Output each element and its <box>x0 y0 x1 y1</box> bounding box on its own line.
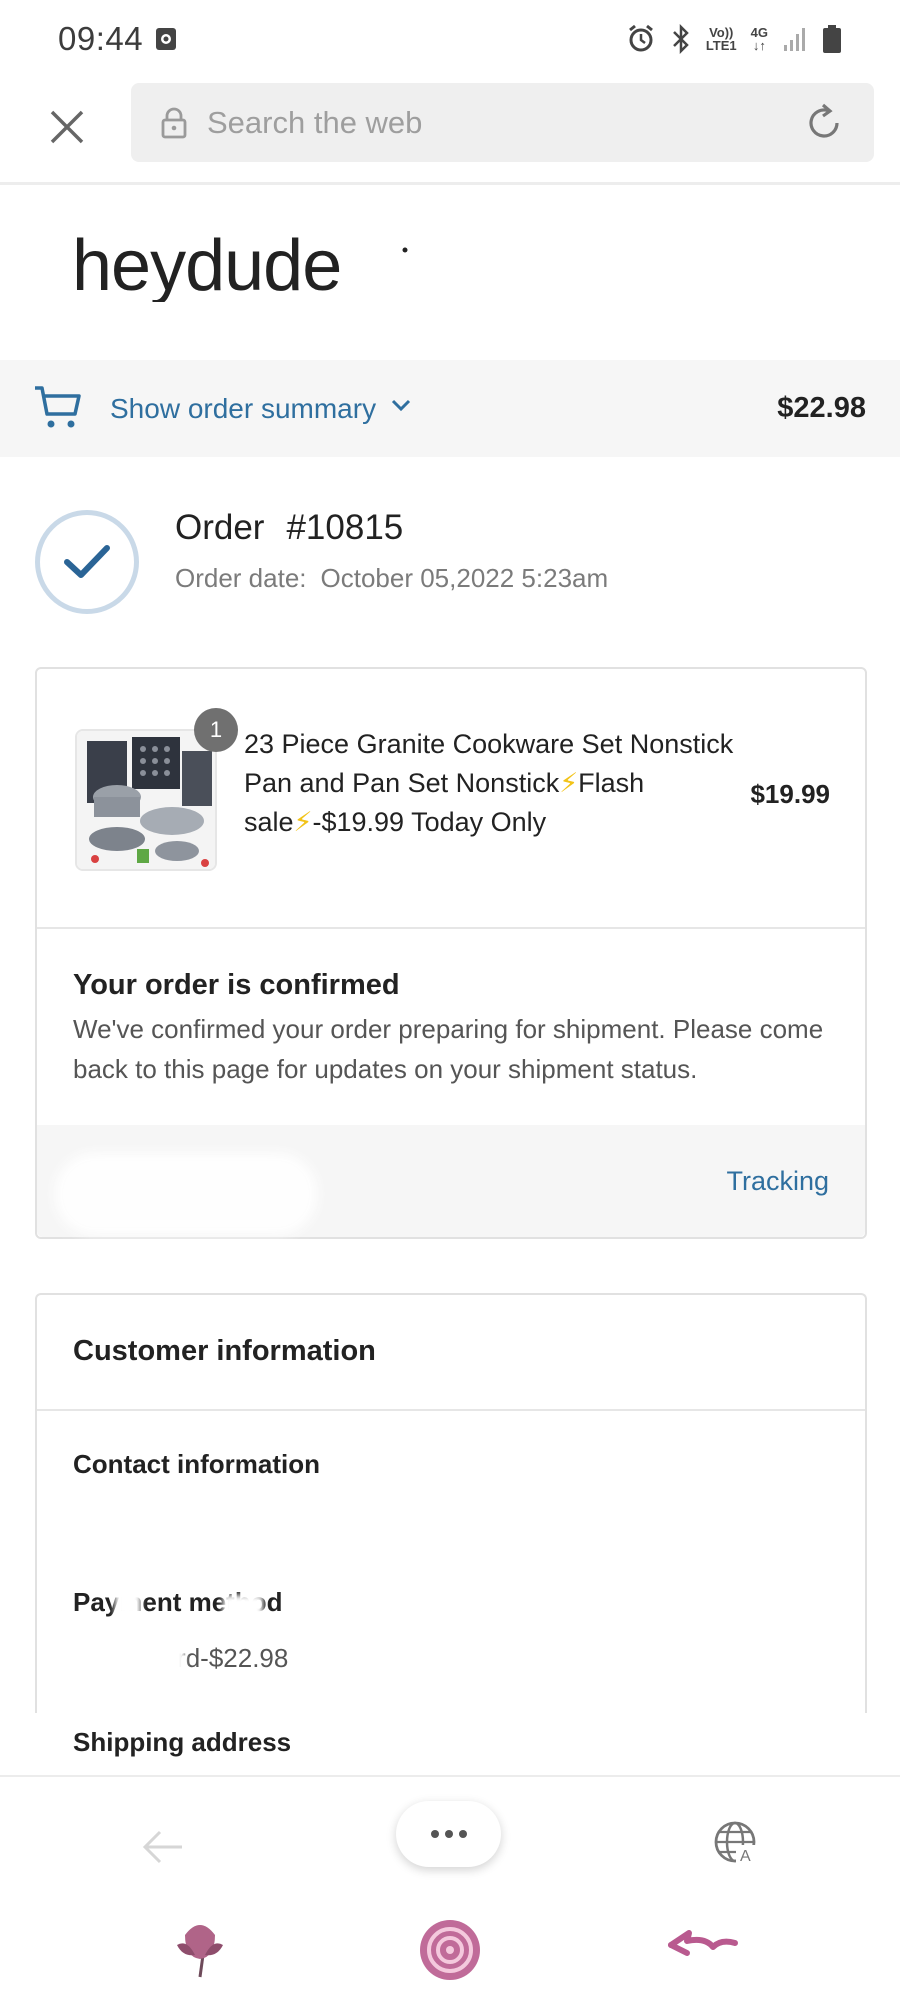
swirl-back-icon[interactable] <box>665 1915 741 1975</box>
cart-icon <box>35 386 81 428</box>
order-total: $22.98 <box>777 392 866 424</box>
search-input[interactable]: Search the web <box>207 83 422 162</box>
rose-icon[interactable] <box>415 1915 485 1985</box>
translate-globe-icon[interactable]: A <box>710 1817 760 1867</box>
order-date: Order date: October 05,2022 5:23am <box>175 563 609 593</box>
shipping-address-label: Shipping address <box>73 1727 292 1757</box>
tracking-link[interactable]: Tracking <box>726 1125 829 1237</box>
alarm-icon <box>628 24 653 52</box>
product-name: 23 Piece Granite Cookware Set Nonstick P… <box>244 729 734 837</box>
logo-text: heydude <box>72 232 341 302</box>
flower-bud-icon[interactable] <box>165 1915 235 1985</box>
order-details-card: 1 23 Piece Granite Cookware Set Nonstick… <box>35 667 867 1239</box>
close-icon <box>50 110 84 144</box>
address-bar[interactable]: Search the web <box>131 83 874 162</box>
divider <box>37 1409 865 1411</box>
svg-text:A: A <box>740 1848 751 1865</box>
order-confirmed-check <box>35 510 139 614</box>
redaction-smudge <box>115 1581 141 1617</box>
redaction-smudge <box>67 1639 185 1675</box>
lightning-icon: ⚡ <box>559 768 579 798</box>
lightning-icon: ⚡ <box>293 807 313 837</box>
browser-toolbar: Search the web <box>0 78 900 185</box>
more-icon <box>430 1830 467 1838</box>
product-image[interactable] <box>75 729 217 871</box>
redaction-smudge <box>55 1153 317 1235</box>
order-number: #10815 <box>286 508 404 547</box>
product-price: $19.99 <box>750 779 830 809</box>
lock-icon <box>161 107 187 139</box>
checkmark-icon <box>64 545 110 578</box>
confirmation-message: We've confirmed your order preparing for… <box>73 1014 824 1084</box>
reload-icon[interactable] <box>802 101 846 145</box>
product-row: 1 23 Piece Granite Cookware Set Nonstick… <box>37 669 865 929</box>
order-title: Order #10815 <box>175 508 404 547</box>
battery-icon <box>823 25 841 53</box>
contact-information-label: Contact information <box>73 1449 320 1479</box>
bluetooth-icon <box>672 24 689 54</box>
chevron-down-icon <box>391 399 411 412</box>
status-bar: 09:44 Vo)) LTE1 4G ↓↑ <box>0 0 900 78</box>
redaction-smudge <box>67 1491 367 1521</box>
customer-info-title: Customer information <box>73 1335 376 1367</box>
tracking-row: Tracking <box>37 1125 865 1237</box>
confirmation-title: Your order is confirmed <box>73 969 400 1001</box>
customer-information-card: Customer information Contact information… <box>35 1293 867 1757</box>
close-tab-button[interactable] <box>42 102 92 152</box>
redaction-smudge <box>223 1595 263 1619</box>
quantity-badge: 1 <box>194 708 238 752</box>
heydude-logo[interactable]: heydude <box>72 226 412 307</box>
status-time: 09:44 <box>58 20 144 57</box>
browser-bottom-toolbar: A <box>0 1775 900 2000</box>
data-indicator: 4G ↓↑ <box>750 25 768 53</box>
show-order-summary-link[interactable]: Show order summary <box>110 360 376 457</box>
screen-record-icon <box>156 28 177 50</box>
order-summary-bar[interactable]: Show order summary $22.98 <box>0 360 900 457</box>
back-arrow-icon[interactable] <box>140 1827 186 1867</box>
signal-icon <box>784 28 805 51</box>
more-menu-button[interactable] <box>396 1801 501 1867</box>
volte-indicator: Vo)) LTE1 <box>705 25 737 53</box>
